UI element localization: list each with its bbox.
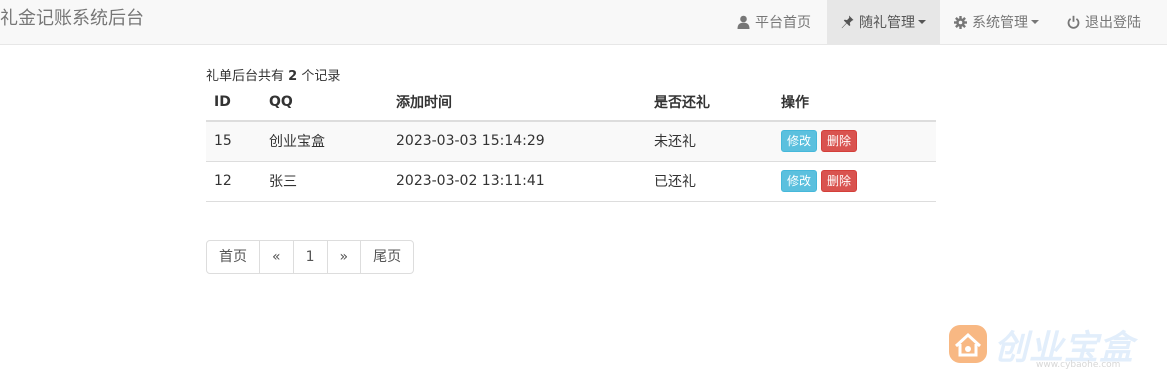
page-1-link[interactable]: 1	[292, 240, 328, 274]
nav-item-gifts[interactable]: 随礼管理	[827, 0, 940, 44]
gear-icon	[954, 15, 967, 29]
cell-qq: 张三	[261, 161, 388, 202]
header-returned-status: 是否还礼	[646, 83, 773, 122]
delete-button[interactable]: 删除	[821, 170, 858, 192]
edit-button[interactable]: 修改	[781, 130, 818, 153]
cell-returned-status: 未还礼	[646, 121, 773, 162]
cell-added-time: 2023-03-03 15:14:29	[388, 121, 646, 162]
table-row: 15 创业宝盒 2023-03-03 15:14:29 未还礼 修改 删除	[206, 121, 936, 162]
summary-prefix: 礼单后台共有	[206, 69, 285, 84]
header-actions: 操作	[773, 83, 936, 122]
edit-button[interactable]: 修改	[781, 170, 818, 192]
cell-actions: 修改 删除	[773, 121, 936, 162]
nav-item-label: 退出登陆	[1085, 15, 1141, 31]
caret-down-icon	[1031, 20, 1039, 24]
power-icon	[1067, 15, 1080, 29]
cell-added-time: 2023-03-02 13:11:41	[388, 161, 646, 202]
record-count: 2	[288, 69, 298, 84]
brand-title[interactable]: 礼金记账系统后台	[0, 0, 144, 45]
previous-page-link[interactable]: «	[259, 240, 294, 274]
pagination: 首页 « 1 » 尾页	[206, 240, 415, 274]
last-page-link[interactable]: 尾页	[360, 240, 415, 274]
record-summary: 礼单后台共有 2 个记录	[206, 65, 340, 84]
cell-qq: 创业宝盒	[261, 121, 388, 162]
top-navbar: 礼金记账系统后台 平台首页 随礼管理 系统管理 退出登陆	[0, 0, 1167, 45]
summary-suffix: 个记录	[301, 69, 341, 84]
cell-id: 15	[206, 121, 261, 162]
watermark-url: www.cybaohe.com	[1036, 360, 1121, 370]
house-logo-icon	[949, 325, 987, 363]
header-qq: QQ	[261, 83, 388, 122]
cell-id: 12	[206, 161, 261, 202]
header-added-time: 添加时间	[388, 83, 646, 122]
records-table: ID QQ 添加时间 是否还礼 操作 15 创业宝盒 2023-03-03 15…	[206, 83, 936, 202]
main-nav: 平台首页 随礼管理 系统管理 退出登陆	[721, 0, 1167, 44]
pushpin-icon	[841, 15, 854, 29]
delete-button[interactable]: 删除	[821, 130, 858, 153]
first-page-link[interactable]: 首页	[206, 240, 260, 274]
user-icon	[737, 15, 750, 29]
table-header-row: ID QQ 添加时间 是否还礼 操作	[206, 83, 936, 122]
table-row: 12 张三 2023-03-02 13:11:41 已还礼 修改 删除	[206, 161, 936, 202]
nav-item-home[interactable]: 平台首页	[721, 0, 827, 44]
header-id: ID	[206, 83, 261, 122]
cell-returned-status: 已还礼	[646, 161, 773, 202]
nav-item-system[interactable]: 系统管理	[940, 0, 1053, 44]
caret-down-icon	[918, 20, 926, 24]
cell-actions: 修改 删除	[773, 161, 936, 202]
nav-item-label: 系统管理	[972, 15, 1028, 31]
nav-item-logout[interactable]: 退出登陆	[1053, 0, 1167, 44]
nav-item-label: 平台首页	[755, 15, 811, 31]
next-page-link[interactable]: »	[326, 240, 362, 274]
watermark: 创业宝盒 www.cybaohe.com	[948, 318, 1158, 374]
nav-item-label: 随礼管理	[859, 15, 915, 31]
